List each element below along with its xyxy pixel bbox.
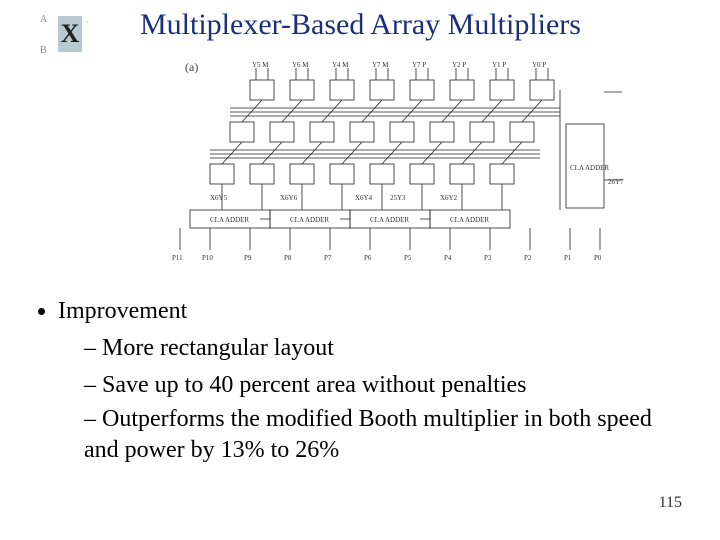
p10: P10 — [202, 254, 213, 262]
sig-y0p: Y0 P — [532, 61, 546, 69]
bullet-sub-1: Save up to 40 percent area without penal… — [84, 370, 680, 401]
p0: P0 — [594, 254, 602, 262]
bullet-sub-2: Outperforms the modified Booth multiplie… — [84, 404, 680, 466]
cla1: CLA ADDER — [210, 216, 249, 224]
pp-x6y4: X6Y4 — [355, 194, 373, 202]
logo-x-box: X — [58, 16, 82, 52]
p2: P2 — [524, 254, 532, 262]
sig-y2p: Y2 P — [452, 61, 466, 69]
p9: P9 — [244, 254, 252, 262]
logo-label-a: A — [40, 14, 47, 25]
p7: P7 — [324, 254, 332, 262]
logo-block: A B X · — [40, 14, 110, 56]
bullet-sub-0: More rectangular layout — [84, 333, 680, 364]
page-number: 115 — [659, 494, 682, 512]
p11: P11 — [172, 254, 183, 262]
p6: P6 — [364, 254, 372, 262]
array-multiplier-diagram: (a) — [130, 60, 630, 275]
sig-y1p: Y1 P — [492, 61, 506, 69]
pp-x6y2: X6Y2 — [440, 194, 458, 202]
pp-x6y6: X6Y6 — [280, 194, 298, 202]
cla3: CLA ADDER — [370, 216, 409, 224]
logo-lead: · — [86, 18, 89, 27]
p5: P5 — [404, 254, 412, 262]
p1: P1 — [564, 254, 572, 262]
cla4: CLA ADDER — [450, 216, 489, 224]
sig-y6m: Y6 M — [292, 61, 309, 69]
cla-right: CLA ADDER — [570, 164, 609, 172]
sig-y7m: Y7 M — [372, 61, 389, 69]
logo-x: X — [61, 19, 80, 49]
bullet-list: Improvement More rectangular layout Save… — [40, 296, 680, 468]
sig-y4m: Y4 M — [332, 61, 349, 69]
diagram-svg: Y5 M Y6 M Y4 M Y7 M Y7 P Y2 P Y1 P Y0 P … — [130, 60, 630, 275]
pp-x6y5: X6Y5 — [210, 194, 228, 202]
cla2: CLA ADDER — [290, 216, 329, 224]
p3: P3 — [484, 254, 492, 262]
p4: P4 — [444, 254, 452, 262]
bullet-top: Improvement — [58, 296, 680, 327]
sig-y7p: Y7 P — [412, 61, 426, 69]
pp-25y3: 25Y3 — [390, 194, 406, 202]
logo-label-b: B — [40, 45, 47, 56]
p8: P8 — [284, 254, 292, 262]
slide: A B X · Multiplexer-Based Array Multipli… — [0, 0, 720, 540]
sig-y5m: Y5 M — [252, 61, 269, 69]
right-coeff: 26Y7 — [608, 178, 624, 186]
page-title: Multiplexer-Based Array Multipliers — [140, 8, 700, 42]
